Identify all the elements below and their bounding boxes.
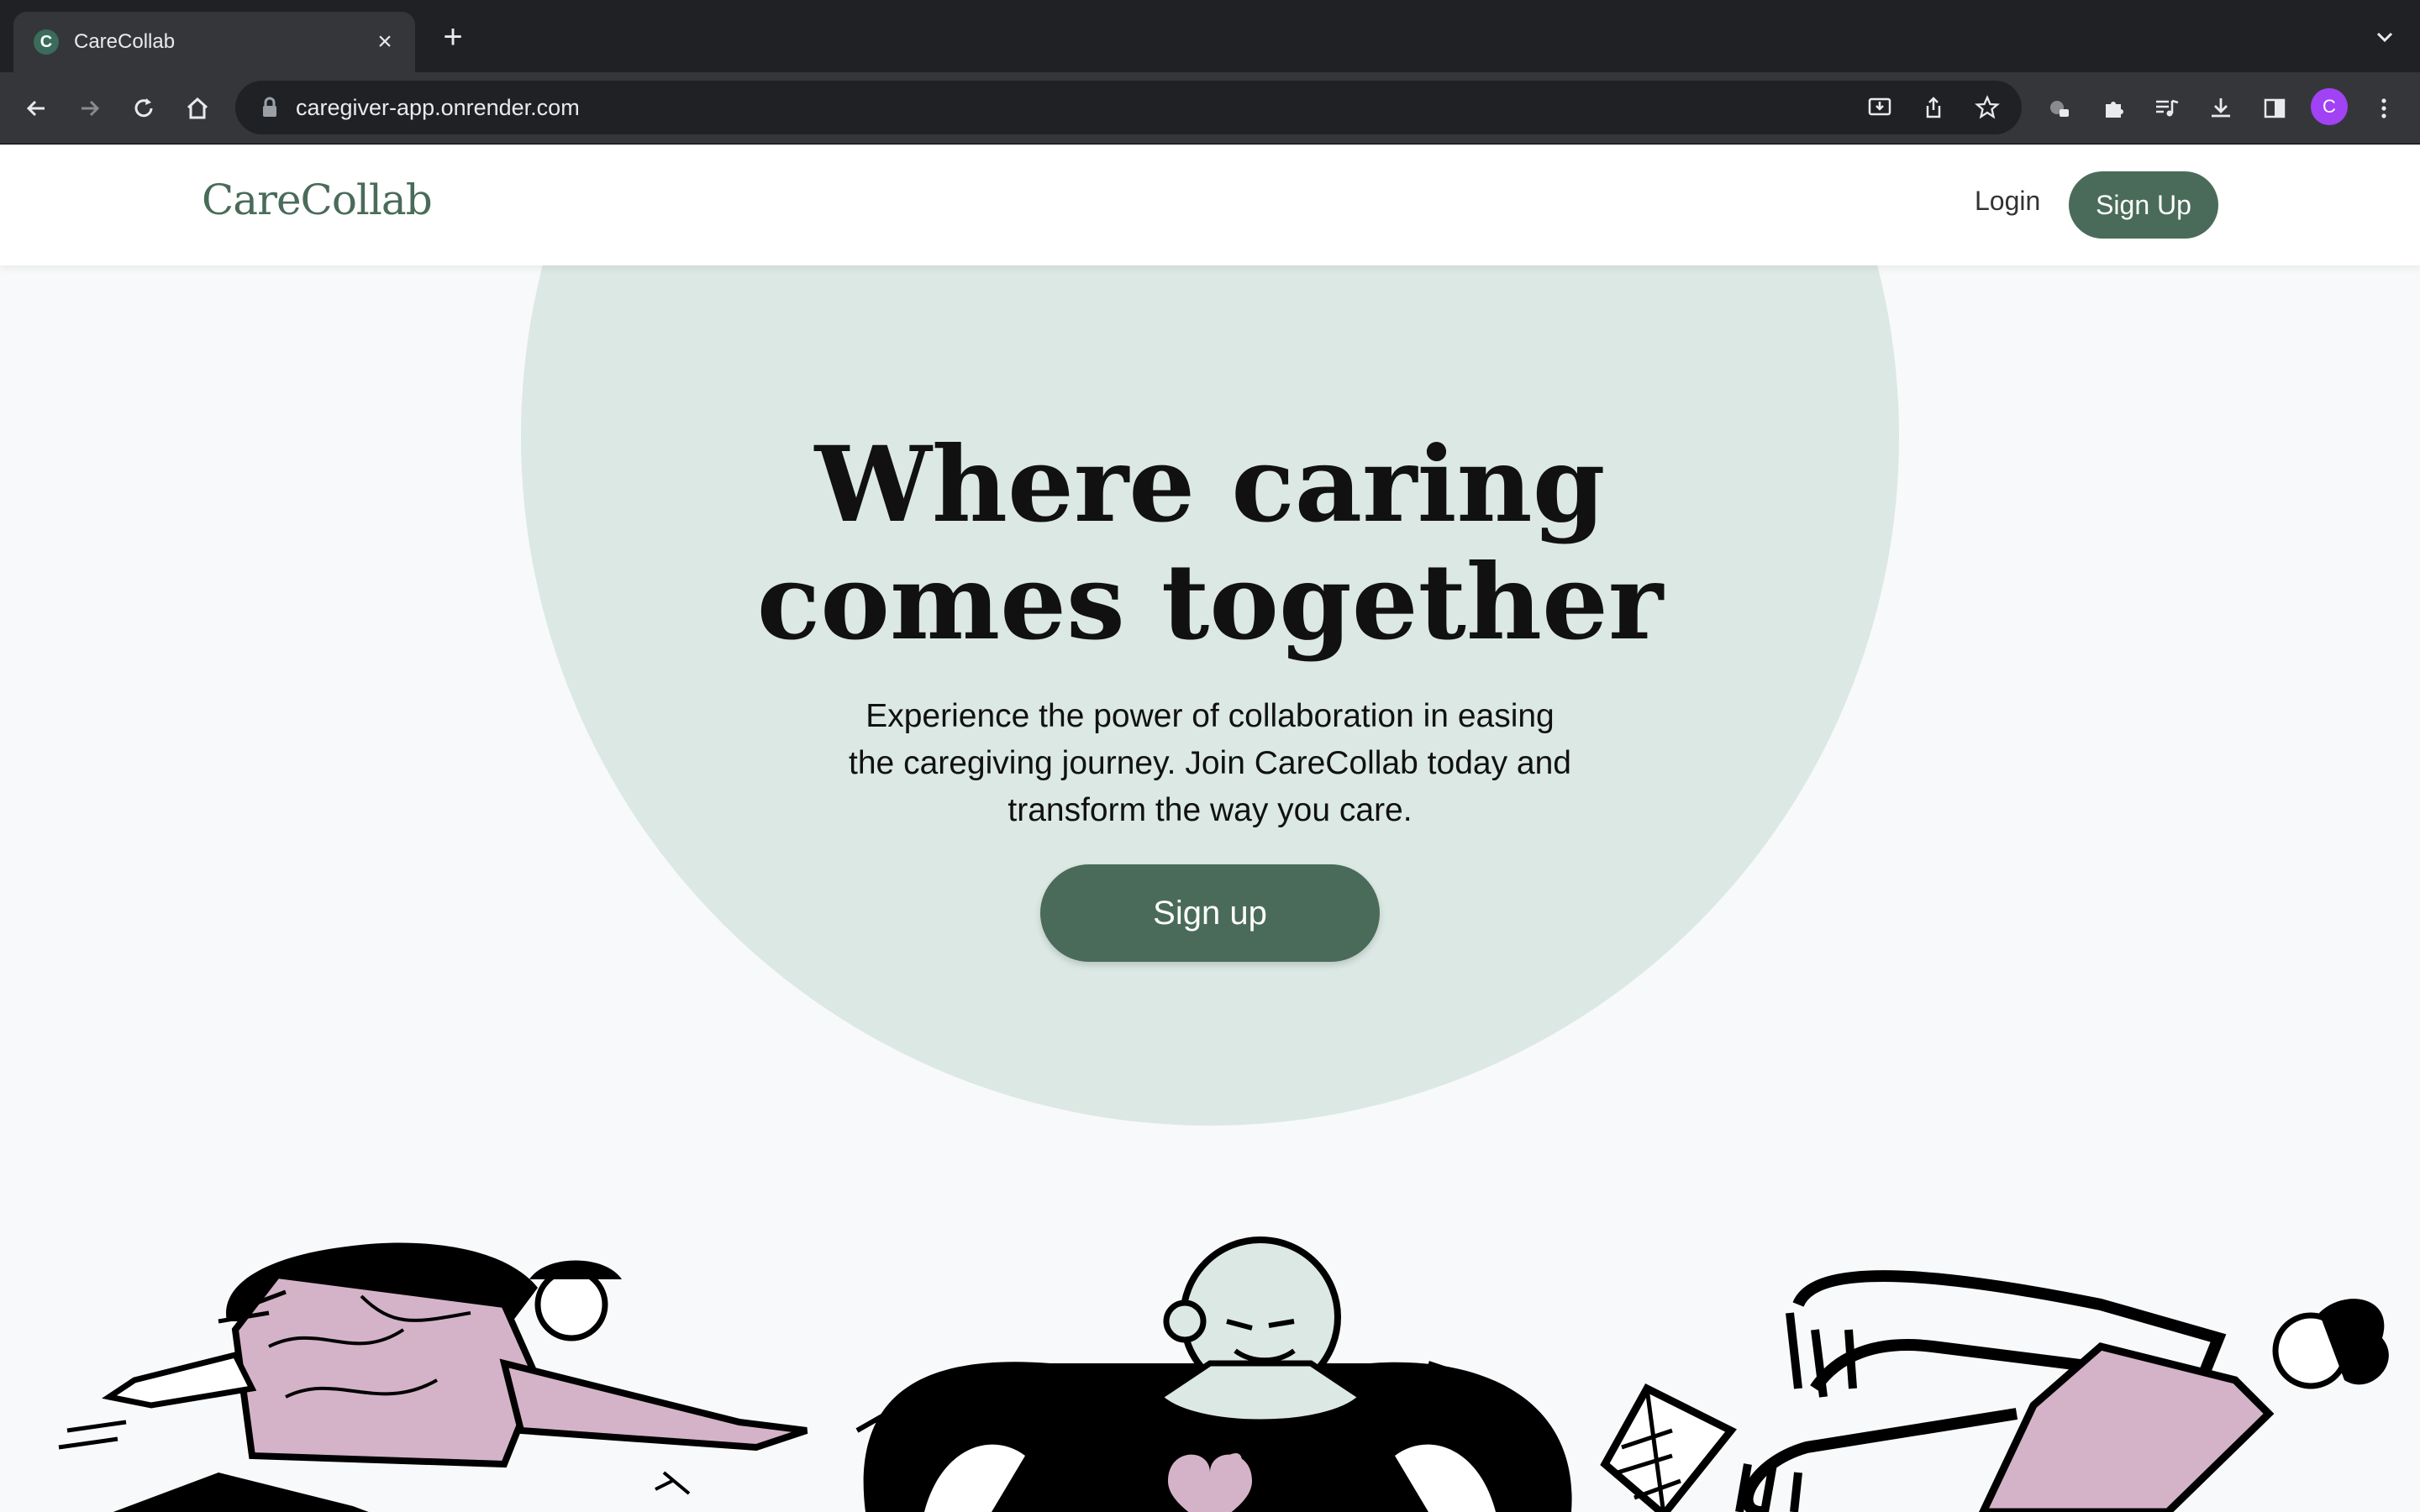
reload-icon[interactable]: [124, 89, 163, 128]
page-content: CareCollab Login Sign Up Where caring co…: [0, 145, 2420, 1512]
browser-toolbar: caregiver-app.onrender.com: [0, 72, 2420, 144]
download-icon[interactable]: [2202, 89, 2240, 128]
puzzle-extensions-icon[interactable]: [2095, 89, 2133, 128]
reaching-person-illustration: [1735, 1270, 2389, 1512]
heart-person-illustration: [855, 1236, 1572, 1512]
share-icon[interactable]: [1914, 88, 1953, 127]
browser-tab-bar: C CareCollab × +: [0, 0, 2420, 72]
site-logo[interactable]: CareCollab: [202, 176, 433, 224]
install-app-icon[interactable]: [1860, 88, 1899, 127]
hero-subtext: Experience the power of collaboration in…: [849, 698, 1571, 828]
media-control-icon[interactable]: [2148, 89, 2186, 128]
side-panel-icon[interactable]: [2255, 89, 2294, 128]
bookmark-star-icon[interactable]: [1968, 88, 2007, 127]
caregivers-illustration: [58, 1236, 2389, 1512]
lock-icon: [263, 97, 276, 117]
hero-signup-button[interactable]: Sign up: [1040, 864, 1380, 962]
tab-search-chevron-icon[interactable]: [2371, 24, 2398, 50]
pyramid-object-illustration: [1600, 1383, 1737, 1512]
tab-close-icon[interactable]: ×: [368, 28, 402, 56]
profile-avatar[interactable]: C: [2311, 88, 2348, 125]
running-person-illustration: [58, 1242, 808, 1512]
hero-headline: Where caring comes together: [538, 427, 1882, 662]
forward-arrow-icon[interactable]: [71, 89, 109, 128]
home-icon[interactable]: [178, 89, 217, 128]
new-tab-icon[interactable]: +: [435, 20, 471, 55]
address-bar[interactable]: caregiver-app.onrender.com: [235, 81, 2022, 134]
extension-icon[interactable]: [2040, 89, 2079, 128]
login-link[interactable]: Login: [1975, 186, 2040, 217]
browser-menu-icon[interactable]: [2365, 89, 2403, 128]
back-arrow-icon[interactable]: [17, 89, 55, 128]
site-header: CareCollab Login Sign Up: [0, 145, 2420, 265]
url-text: caregiver-app.onrender.com: [296, 94, 580, 120]
hero-headline-line-2: comes together: [756, 542, 1664, 664]
header-signup-button[interactable]: Sign Up: [2069, 171, 2218, 239]
hero-headline-line-1: Where caring: [814, 424, 1606, 546]
browser-tab[interactable]: C CareCollab ×: [13, 12, 415, 72]
site-favicon-icon: C: [34, 29, 59, 55]
tab-title: CareCollab: [74, 30, 176, 53]
